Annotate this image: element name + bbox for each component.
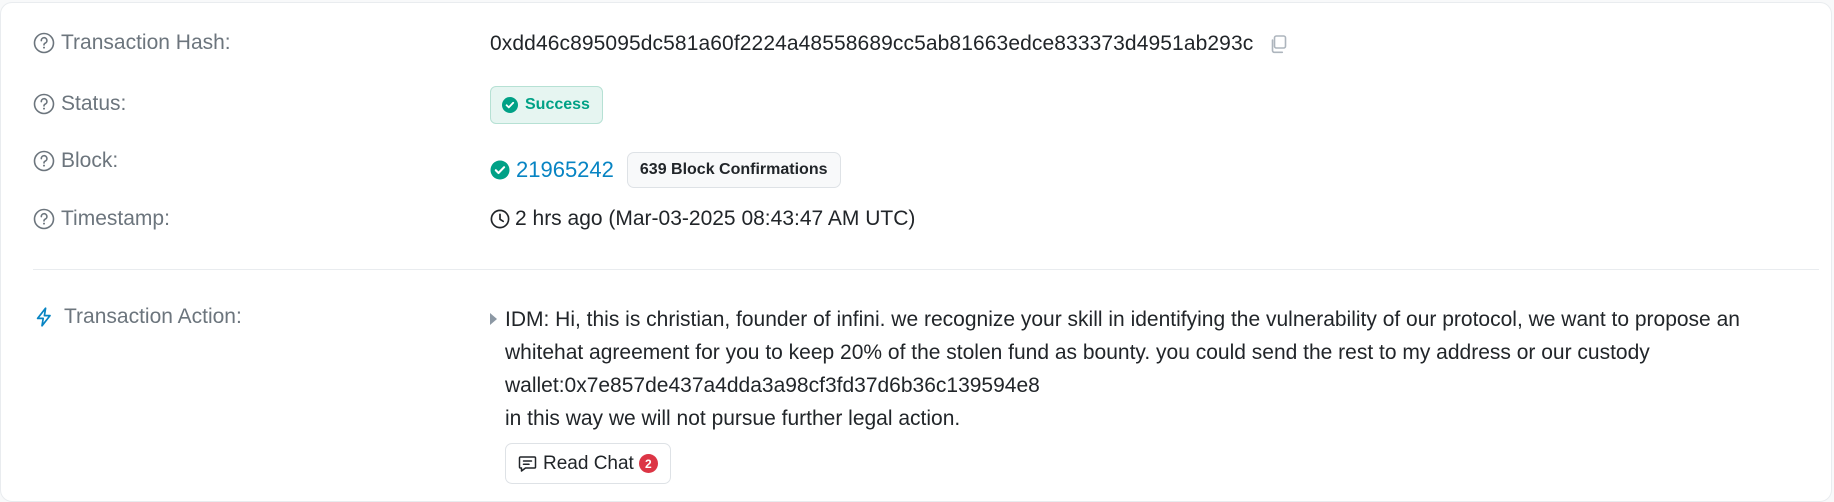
read-chat-label: Read Chat (543, 452, 634, 474)
timestamp-label-row: Timestamp: (33, 207, 170, 231)
status-label-row: Status: (33, 92, 126, 116)
chat-count-badge: 2 (638, 454, 658, 473)
check-circle-icon (490, 160, 510, 180)
action-label-row: Transaction Action: (33, 305, 242, 329)
lightning-icon (36, 307, 51, 327)
help-circle-icon[interactable] (33, 208, 55, 230)
help-circle-icon[interactable] (33, 32, 55, 54)
message-line: IDM: Hi, this is christian, founder of i… (505, 308, 1740, 331)
section-divider (33, 269, 1819, 270)
block-value-row: 21965242 639 Block Confirmations (490, 152, 841, 188)
copy-icon[interactable] (1267, 33, 1289, 55)
chat-icon (518, 456, 537, 472)
read-chat-button[interactable]: Read Chat 2 (505, 443, 671, 484)
transaction-details-card: Transaction Hash: 0xdd46c895095dc581a60f… (0, 2, 1832, 502)
block-label: Block: (61, 149, 119, 172)
expand-caret-icon[interactable] (490, 313, 497, 325)
block-label-row: Block: (33, 149, 118, 173)
status-label: Status: (61, 92, 127, 115)
tx-hash-label: Transaction Hash: (61, 31, 231, 54)
help-circle-icon[interactable] (33, 93, 55, 115)
status-badge: Success (490, 86, 603, 124)
timestamp-label: Timestamp: (61, 207, 170, 230)
block-confirmations-badge: 639 Block Confirmations (626, 152, 841, 188)
message-line: in this way we will not pursue further l… (505, 407, 961, 430)
block-number-link[interactable]: 21965242 (516, 157, 614, 183)
help-circle-icon[interactable] (33, 150, 55, 172)
timestamp-value: 2 hrs ago (Mar-03-2025 08:43:47 AM UTC) (515, 207, 916, 230)
clock-icon (490, 209, 510, 229)
timestamp-value-row: 2 hrs ago (Mar-03-2025 08:43:47 AM UTC) (490, 207, 915, 231)
tx-hash-label-row: Transaction Hash: (33, 31, 231, 55)
status-value-row: Success (490, 86, 603, 124)
action-message: IDM: Hi, this is christian, founder of i… (490, 303, 1810, 435)
action-label: Transaction Action: (64, 305, 242, 328)
status-text: Success (525, 96, 590, 113)
message-line: whitehat agreement for you to keep 20% o… (505, 341, 1650, 364)
tx-hash-value: 0xdd46c895095dc581a60f2224a48558689cc5ab… (490, 32, 1254, 55)
message-line: wallet:0x7e857de437a4dda3a98cf3fd37d6b36… (505, 374, 1040, 397)
check-circle-icon (502, 97, 518, 113)
tx-hash-value-row: 0xdd46c895095dc581a60f2224a48558689cc5ab… (490, 32, 1289, 56)
